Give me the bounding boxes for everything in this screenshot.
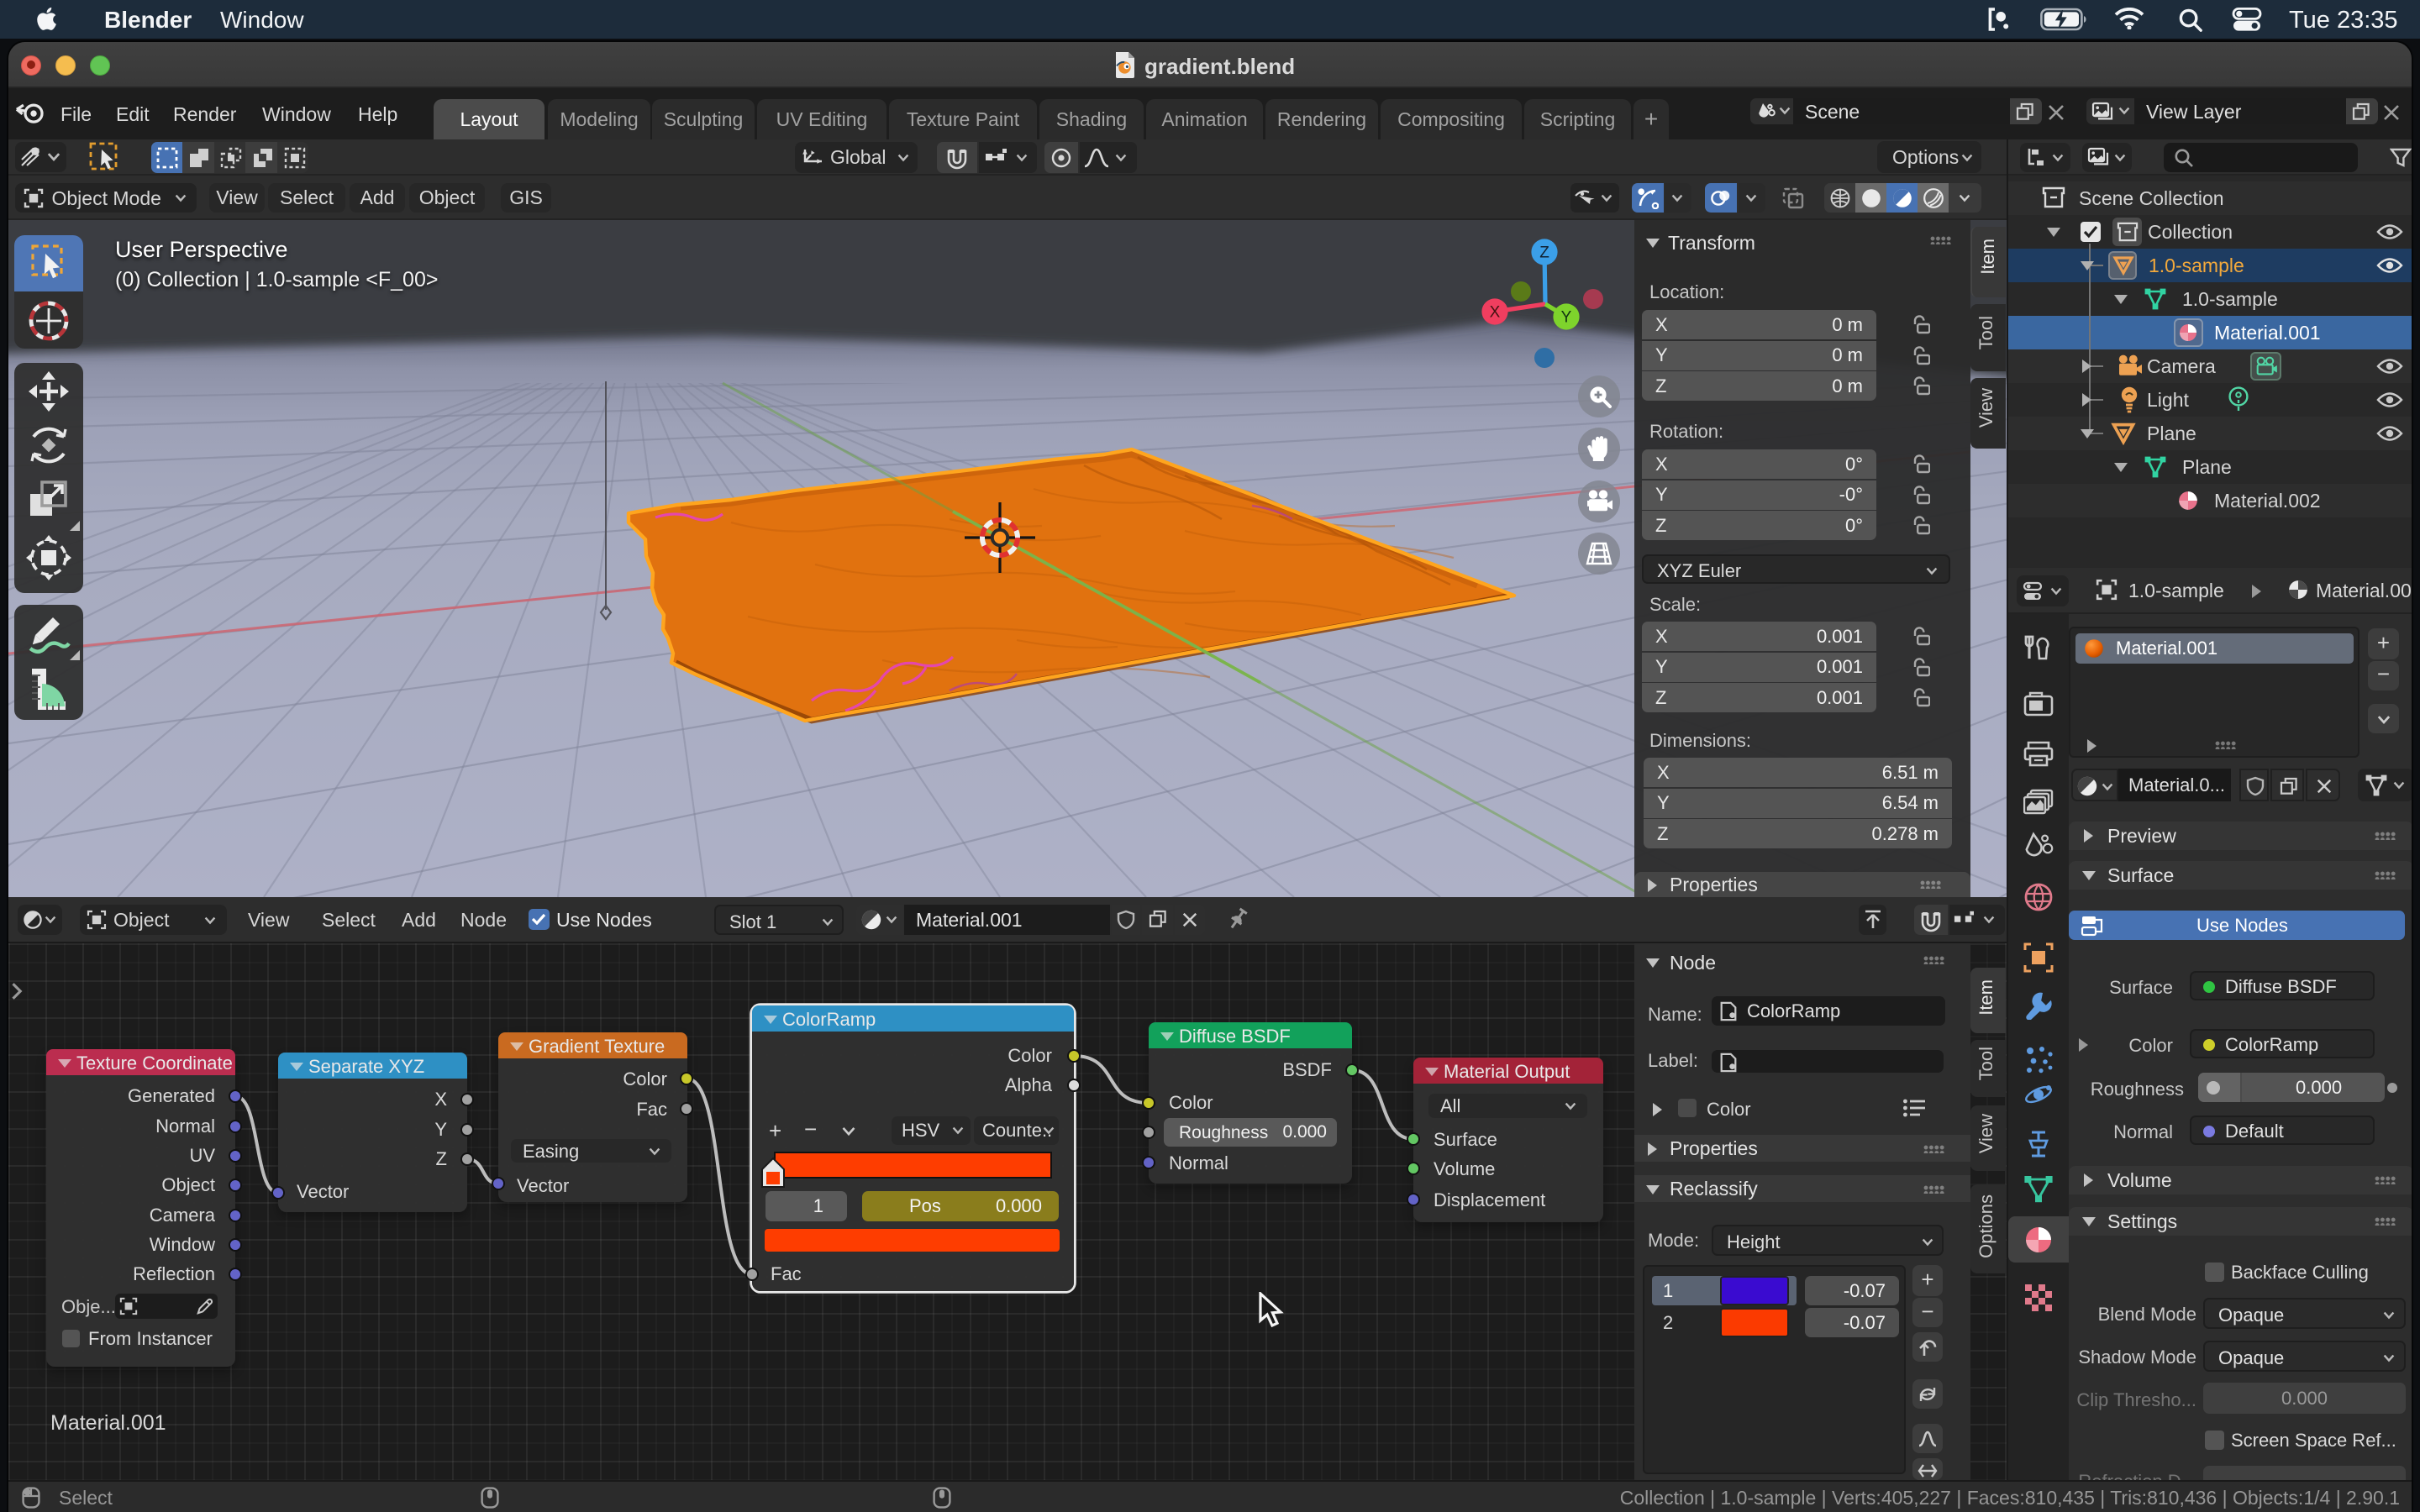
svg-text:Z: Z <box>1539 244 1549 262</box>
svg-text:X: X <box>1490 304 1501 322</box>
svg-text:Y: Y <box>1561 309 1572 327</box>
